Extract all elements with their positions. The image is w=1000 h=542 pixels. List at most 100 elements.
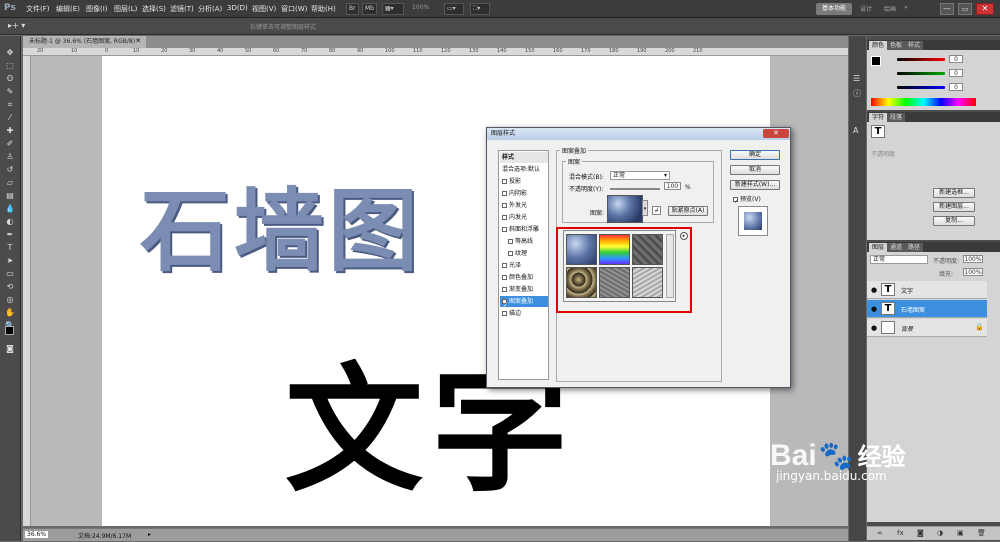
menu-select[interactable]: 选择(S) xyxy=(142,4,166,14)
path-select-tool-icon[interactable]: ➤ xyxy=(4,256,16,266)
zoom-level[interactable]: 100% xyxy=(412,4,429,11)
side-button-new-layer[interactable]: 新建图层... xyxy=(933,202,975,212)
new-preset-icon[interactable]: ↲ xyxy=(652,206,661,215)
blend-mode-select[interactable]: 正常 ▾ xyxy=(610,171,670,180)
style-item-satin[interactable]: 光泽 xyxy=(500,260,548,271)
layer-row-stone-wall[interactable]: ● T 石墙图案 xyxy=(867,300,987,318)
menu-filter[interactable]: 滤镜(T) xyxy=(170,4,194,14)
menu-view[interactable]: 视图(V) xyxy=(252,4,276,14)
gradient-tool-icon[interactable]: ▤ xyxy=(4,191,16,201)
side-button-new-selection[interactable]: 新建选框... xyxy=(933,188,975,198)
checkbox[interactable] xyxy=(502,311,507,316)
pattern-preview[interactable] xyxy=(607,195,643,223)
style-item-inner-shadow[interactable]: 内阴影 xyxy=(500,188,548,199)
checkbox[interactable] xyxy=(502,179,507,184)
style-item-drop-shadow[interactable]: 投影 xyxy=(500,176,548,187)
checkbox-checked[interactable]: ✓ xyxy=(502,299,508,309)
style-item-bevel-emboss[interactable]: 斜面和浮雕 xyxy=(500,224,548,235)
color-spectrum[interactable] xyxy=(871,98,976,106)
new-layer-icon[interactable]: ▣ xyxy=(957,529,964,537)
tab-layers[interactable]: 图层 xyxy=(869,243,888,252)
tab-styles[interactable]: 样式 xyxy=(905,41,924,50)
styles-header[interactable]: 样式 xyxy=(500,152,548,163)
style-item-color-overlay[interactable]: 颜色叠加 xyxy=(500,272,548,283)
link-layers-icon[interactable]: ∞ xyxy=(877,529,883,537)
snap-to-origin-button[interactable]: 贴紧原点(A) xyxy=(668,206,708,216)
checkbox[interactable] xyxy=(502,191,507,196)
menu-window[interactable]: 窗口(W) xyxy=(281,4,307,14)
hand-tool-icon[interactable]: ✋ xyxy=(4,308,16,318)
blur-tool-icon[interactable]: 💧 xyxy=(4,204,16,214)
blend-options-default[interactable]: 混合选项:默认 xyxy=(500,164,548,175)
checkbox[interactable] xyxy=(502,227,507,232)
blue-slider[interactable] xyxy=(897,86,945,89)
minimize-icon[interactable]: — xyxy=(940,3,954,15)
eyedropper-tool-icon[interactable]: ⁄ xyxy=(4,113,16,123)
checkbox[interactable] xyxy=(502,275,507,280)
tab-paragraph[interactable]: 段落 xyxy=(887,113,906,122)
ok-button[interactable]: 确定 xyxy=(730,150,780,160)
checkbox[interactable] xyxy=(502,263,507,268)
guides-dropdown[interactable]: ▦▾ xyxy=(382,3,404,15)
maximize-icon[interactable]: ▭ xyxy=(958,3,972,15)
type-tool-icon[interactable]: T xyxy=(4,243,16,253)
quick-select-tool-icon[interactable]: ✎ xyxy=(4,87,16,97)
layer-opacity-value[interactable]: 100% xyxy=(963,255,983,263)
opacity-input[interactable]: 100 xyxy=(664,182,681,190)
tab-close-icon[interactable]: ✕ xyxy=(135,37,141,45)
preview-checkbox[interactable]: ✓ xyxy=(733,197,739,205)
foreground-color-swatch[interactable] xyxy=(5,326,14,335)
style-item-outer-glow[interactable]: 外发光 xyxy=(500,200,548,211)
checkbox[interactable] xyxy=(502,203,507,208)
tab-channels[interactable]: 通道 xyxy=(887,243,906,252)
menu-3d[interactable]: 3D(D) xyxy=(227,4,248,12)
fx-icon[interactable]: fx xyxy=(897,529,904,537)
crop-tool-icon[interactable]: ⌗ xyxy=(4,100,16,110)
checkbox[interactable] xyxy=(502,215,507,220)
mask-icon[interactable]: ◙ xyxy=(917,529,924,537)
style-item-stroke[interactable]: 描边 xyxy=(500,308,548,319)
info-panel-icon[interactable]: ⓘ xyxy=(853,88,861,99)
pen-tool-icon[interactable]: ✒ xyxy=(4,230,16,240)
eraser-tool-icon[interactable]: ▱ xyxy=(4,178,16,188)
style-item-inner-glow[interactable]: 内发光 xyxy=(500,212,548,223)
eye-icon[interactable]: ● xyxy=(871,305,877,313)
healing-tool-icon[interactable]: ✚ xyxy=(4,126,16,136)
quick-mask-icon[interactable]: ◙ xyxy=(4,344,16,354)
checkbox[interactable] xyxy=(508,239,513,244)
checkbox[interactable] xyxy=(502,287,507,292)
style-item-gradient-overlay[interactable]: 渐变叠加 xyxy=(500,284,548,295)
move-tool-preset-icon[interactable]: ▸+ ▾ xyxy=(8,21,25,30)
menu-help[interactable]: 帮助(H) xyxy=(311,4,336,14)
new-style-button[interactable]: 新建样式(W)... xyxy=(730,180,780,190)
dodge-tool-icon[interactable]: ◐ xyxy=(4,217,16,227)
tab-character[interactable]: 字符 xyxy=(869,113,888,122)
cancel-button[interactable]: 取消 xyxy=(730,165,780,175)
red-slider[interactable] xyxy=(897,58,945,61)
history-panel-icon[interactable]: ☰ xyxy=(853,74,860,83)
dialog-close-icon[interactable]: ✕ xyxy=(763,129,789,138)
tab-paths[interactable]: 路径 xyxy=(905,243,924,252)
menu-file[interactable]: 文件(F) xyxy=(26,4,50,14)
status-arrow-icon[interactable]: ▸ xyxy=(148,531,151,538)
preview-toggle[interactable]: ✓预览(V) xyxy=(733,194,761,205)
style-item-contour[interactable]: 等高线 xyxy=(500,236,548,247)
history-brush-tool-icon[interactable]: ↺ xyxy=(4,165,16,175)
style-item-texture[interactable]: 纹理 xyxy=(500,248,548,259)
status-zoom[interactable]: 36.6% xyxy=(25,531,49,538)
workspace-design[interactable]: 设计 xyxy=(860,4,872,13)
3d-camera-tool-icon[interactable]: ◎ xyxy=(4,295,16,305)
red-value[interactable]: 0 xyxy=(949,55,963,63)
trash-icon[interactable]: 🗑 xyxy=(977,529,986,537)
layer-row-text[interactable]: ● T 文字 xyxy=(867,281,987,299)
side-button-duplicate[interactable]: 复制... xyxy=(933,216,975,226)
move-tool-icon[interactable]: ✥ xyxy=(4,48,16,58)
menu-analysis[interactable]: 分析(A) xyxy=(198,4,222,14)
minibridge-button[interactable]: Mb xyxy=(362,3,377,15)
style-item-pattern-overlay[interactable]: ✓图案叠加 xyxy=(500,296,548,309)
workspace-paint[interactable]: 绘画 xyxy=(884,4,896,13)
lasso-tool-icon[interactable]: ʘ xyxy=(4,74,16,84)
eye-icon[interactable]: ● xyxy=(871,286,877,294)
opacity-slider[interactable] xyxy=(610,188,660,190)
layer-blend-mode-select[interactable]: 正常 xyxy=(870,255,928,264)
